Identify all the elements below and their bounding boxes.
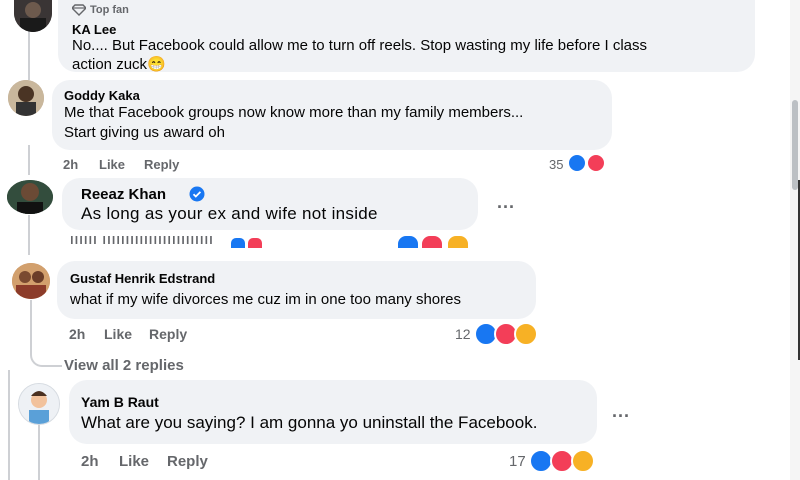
verified-badge-icon [189, 186, 205, 202]
like-reaction-icon [229, 236, 247, 250]
love-reaction-icon[interactable] [586, 153, 606, 173]
care-reaction-icon[interactable] [514, 322, 538, 346]
reaction-count[interactable]: 17 [509, 453, 526, 470]
thread-line [38, 420, 40, 480]
reaction-count[interactable]: 12 [455, 326, 471, 342]
comment-text: No.... But Facebook could allow me to tu… [72, 37, 647, 54]
more-options-icon[interactable]: ... [612, 401, 630, 422]
like-button[interactable]: Like [119, 453, 149, 470]
comment-time[interactable]: 2h [81, 453, 99, 470]
thread-elbow [30, 355, 62, 367]
reply-button[interactable]: Reply [167, 453, 208, 470]
commenter-name[interactable]: KA Lee [72, 22, 116, 37]
care-reaction-icon [446, 234, 470, 250]
like-reaction-icon[interactable] [567, 153, 587, 173]
thread-line [8, 370, 10, 480]
comment-text: As long as your ex and wife not inside [81, 204, 378, 223]
commenter-name[interactable]: Yam B Raut [81, 394, 159, 410]
comment-bubble [69, 380, 597, 444]
thread-line [30, 300, 32, 355]
love-reaction-icon [246, 236, 264, 250]
love-reaction-icon [420, 234, 444, 250]
more-options-icon[interactable]: ... [497, 192, 515, 213]
avatar[interactable] [12, 263, 50, 299]
reply-button[interactable]: Reply [149, 326, 187, 342]
top-fan-diamond-icon [72, 4, 86, 16]
comment-text: Start giving us award oh [64, 124, 225, 141]
reply-button[interactable]: Reply [144, 157, 179, 172]
comment-text: what if my wife divorces me cuz im in on… [70, 291, 461, 308]
like-reaction-icon [396, 234, 420, 250]
thread-line [28, 215, 30, 255]
comment-text: Me that Facebook groups now know more th… [64, 104, 524, 121]
care-reaction-icon[interactable] [571, 449, 595, 473]
avatar[interactable] [7, 180, 53, 214]
top-fan-badge: Top fan [90, 4, 129, 16]
comment-time[interactable]: 2h [63, 157, 78, 172]
avatar[interactable] [18, 383, 60, 425]
comment-text: action zuck😁 [72, 56, 166, 73]
reaction-count[interactable]: 35 [549, 157, 563, 172]
like-button[interactable]: Like [99, 157, 125, 172]
avatar[interactable] [8, 80, 44, 116]
avatar[interactable] [14, 0, 52, 32]
commenter-name[interactable]: Reeaz Khan [81, 186, 166, 203]
thread-line [28, 145, 30, 175]
view-replies-link[interactable]: View all 2 replies [64, 357, 184, 374]
comment-text: What are you saying? I am gonna yo unins… [81, 413, 538, 432]
garbled-action-row: |||||| |||||||||||||||||||||||| [70, 236, 214, 244]
like-button[interactable]: Like [104, 326, 132, 342]
commenter-name[interactable]: Goddy Kaka [64, 88, 140, 103]
comment-time[interactable]: 2h [69, 326, 85, 342]
commenter-name[interactable]: Gustaf Henrik Edstrand [70, 271, 215, 286]
scrollbar-thumb[interactable] [792, 100, 798, 190]
